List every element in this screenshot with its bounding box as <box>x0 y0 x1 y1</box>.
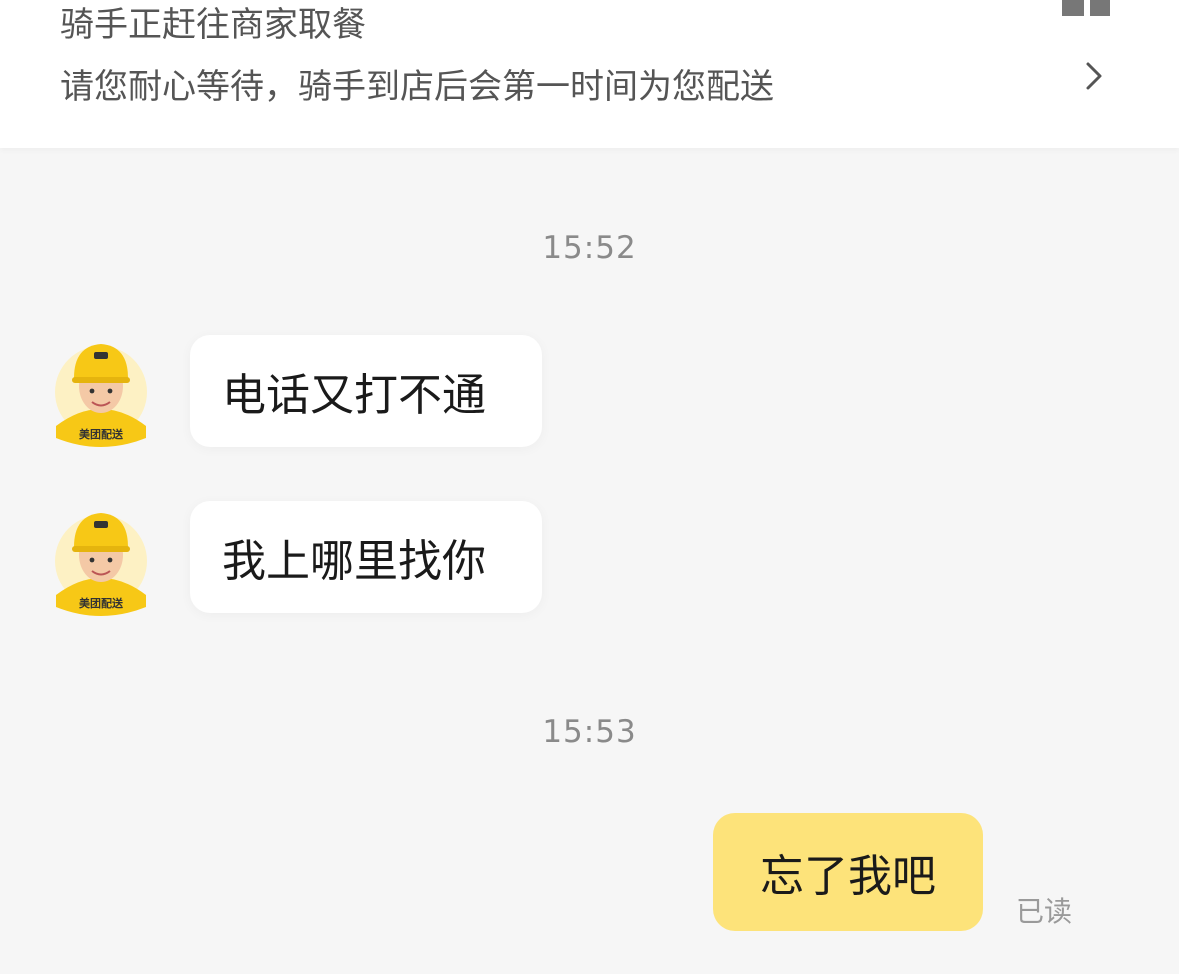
incoming-message-bubble[interactable]: 我上哪里找你 <box>190 501 542 613</box>
read-receipt: 已读 <box>1016 895 1073 928</box>
rider-avatar-icon: 美团配送 <box>55 513 147 616</box>
rider-avatar[interactable]: 美团配送 <box>52 503 150 619</box>
banner-title: 骑手正赶往商家取餐 <box>60 5 366 45</box>
message-timestamp: 15:53 <box>542 714 637 750</box>
order-status-banner[interactable]: 骑手正赶往商家取餐 请您耐心等待，骑手到店后会第一时间为您配送 <box>0 0 1179 148</box>
rider-avatar-icon: 美团配送 <box>55 344 147 447</box>
chevron-right-icon[interactable] <box>1078 56 1110 96</box>
avatar-badge-text: 美团配送 <box>79 427 124 441</box>
outgoing-message-bubble[interactable]: 忘了我吧 <box>713 813 983 931</box>
rider-avatar[interactable]: 美团配送 <box>52 334 150 450</box>
message-timestamp: 15:52 <box>542 230 637 266</box>
status-bar-icon <box>1062 0 1110 16</box>
avatar-badge-text: 美团配送 <box>79 596 124 610</box>
incoming-message-bubble[interactable]: 电话又打不通 <box>190 335 542 447</box>
banner-subtitle: 请您耐心等待，骑手到店后会第一时间为您配送 <box>60 67 774 107</box>
